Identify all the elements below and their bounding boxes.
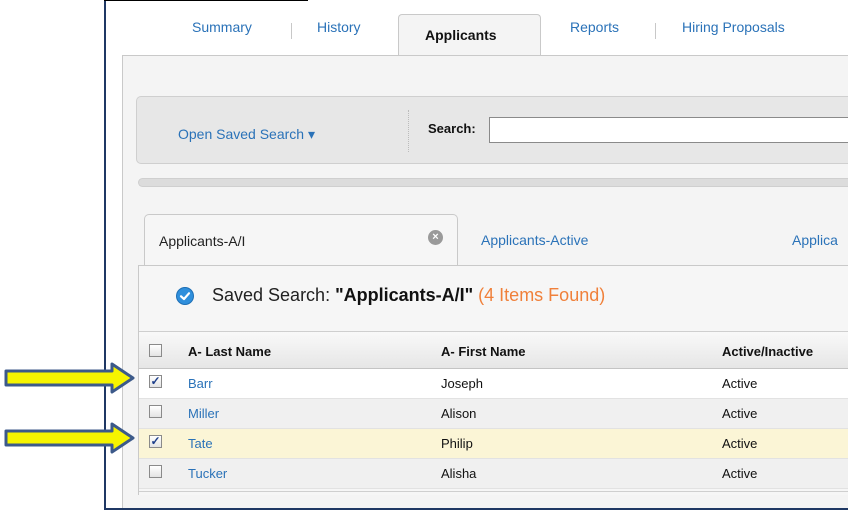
- status-cell: Active: [722, 466, 758, 481]
- table-row[interactable]: ✓ Barr Joseph Active: [139, 369, 848, 399]
- tab-hiring-proposals[interactable]: Hiring Proposals: [682, 19, 785, 35]
- annotation-arrow-icon: [4, 422, 135, 454]
- select-all-checkbox[interactable]: [149, 344, 162, 357]
- status-cell: Active: [722, 436, 758, 451]
- last-name-link[interactable]: Tucker: [188, 466, 227, 481]
- first-name-cell: Joseph: [441, 376, 483, 391]
- search-label: Search:: [428, 121, 476, 136]
- search-tab-applica[interactable]: Applica: [792, 232, 838, 248]
- search-tab-label: Applicants-A/I: [159, 233, 246, 249]
- table-row[interactable]: ✓ Tate Philip Active: [139, 429, 848, 459]
- app-window: Summary History Applicants Reports Hirin…: [104, 1, 848, 510]
- status-cell: Active: [722, 406, 758, 421]
- saved-search-heading: Saved Search: "Applicants-A/I" (4 Items …: [212, 285, 605, 306]
- tab-summary[interactable]: Summary: [192, 19, 252, 35]
- first-name-cell: Alisha: [441, 466, 477, 481]
- tab-applicants[interactable]: Applicants: [398, 14, 541, 56]
- last-name-link[interactable]: Barr: [188, 376, 213, 391]
- column-header-last-name[interactable]: A- Last Name: [188, 344, 271, 359]
- open-saved-search-link[interactable]: Open Saved Search ▾: [178, 126, 315, 143]
- search-tab-applicants-active[interactable]: Applicants-Active: [481, 232, 588, 248]
- last-name-link[interactable]: Tate: [188, 436, 213, 451]
- first-name-cell: Philip: [441, 436, 473, 451]
- close-icon[interactable]: ×: [428, 230, 443, 245]
- last-name-link[interactable]: Miller: [188, 406, 219, 421]
- tab-applicants-label: Applicants: [425, 27, 497, 43]
- annotation-arrow-icon: [4, 362, 135, 394]
- tab-separator: [655, 23, 656, 39]
- row-checkbox[interactable]: ✓: [149, 375, 162, 388]
- table-bottom-border: [139, 491, 848, 492]
- search-input[interactable]: [489, 117, 848, 143]
- search-tab-applicants-ai[interactable]: Applicants-A/I ×: [144, 214, 458, 266]
- column-header-active-inactive[interactable]: Active/Inactive: [722, 344, 813, 359]
- saved-search-prefix: Saved Search:: [212, 285, 336, 305]
- table-header: A- Last Name A- First Name Active/Inacti…: [139, 331, 848, 369]
- saved-search-name: "Applicants-A/I": [335, 285, 474, 305]
- search-bar-divider: [408, 110, 409, 152]
- table-row[interactable]: Miller Alison Active: [139, 399, 848, 429]
- items-found-count: (4 Items Found): [478, 285, 606, 305]
- main-tab-bar: Summary History Applicants Reports Hirin…: [106, 1, 848, 56]
- first-name-cell: Alison: [441, 406, 477, 421]
- tab-history[interactable]: History: [317, 19, 361, 35]
- status-cell: Active: [722, 376, 758, 391]
- tab-reports[interactable]: Reports: [570, 19, 619, 35]
- table-row[interactable]: Tucker Alisha Active: [139, 459, 848, 489]
- row-checkbox[interactable]: [149, 405, 162, 418]
- checkmark-circle-icon: [176, 287, 194, 305]
- row-checkbox[interactable]: ✓: [149, 435, 162, 448]
- column-header-first-name[interactable]: A- First Name: [441, 344, 526, 359]
- tab-separator: [291, 23, 292, 39]
- row-checkbox[interactable]: [149, 465, 162, 478]
- collapsible-divider-bar[interactable]: [138, 178, 848, 187]
